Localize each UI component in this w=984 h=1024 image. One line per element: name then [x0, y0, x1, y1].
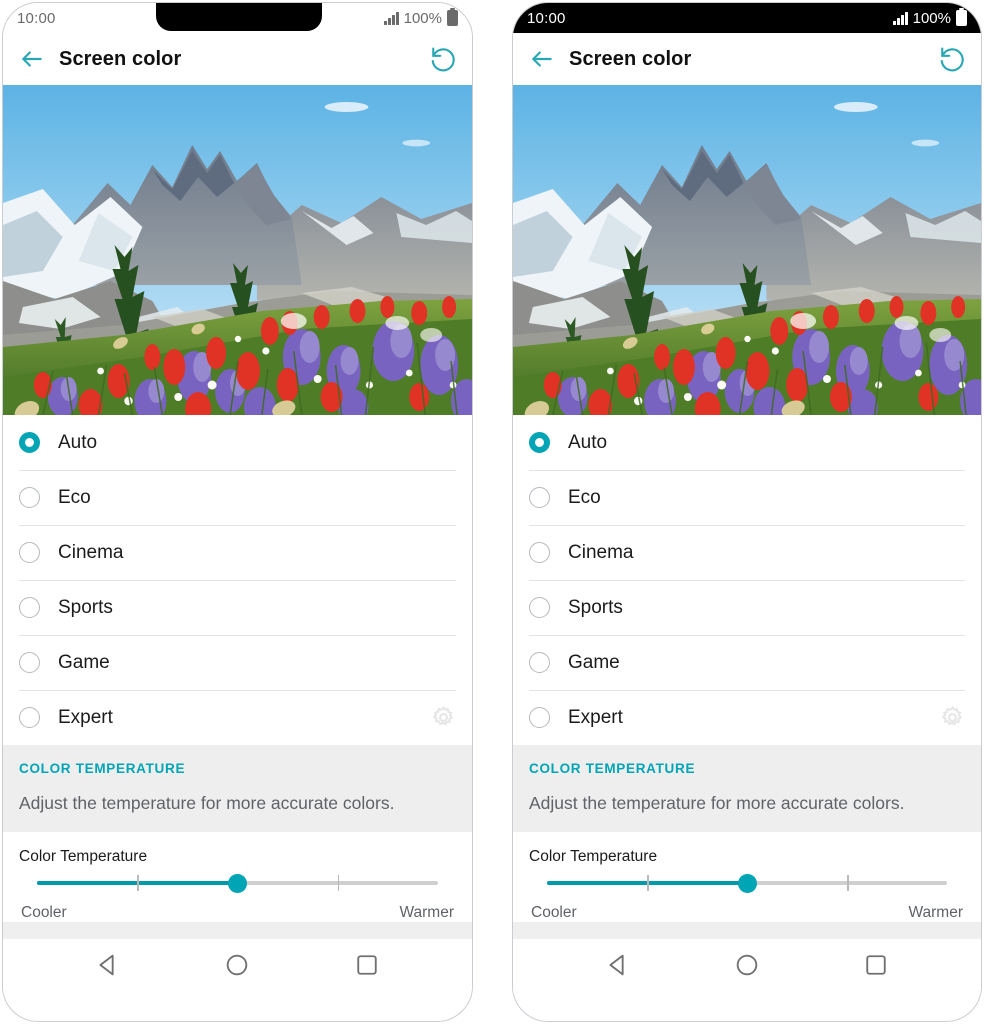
nav-back-triangle-icon[interactable]: [604, 951, 632, 984]
table-row[interactable]: Auto: [3, 415, 472, 470]
radio-button[interactable]: [19, 597, 40, 618]
radio-button[interactable]: [19, 652, 40, 673]
section-title: COLOR TEMPERATURE: [19, 761, 186, 776]
nav-home-circle-icon[interactable]: [223, 951, 251, 984]
screenshot-stage: 10:00 100% Screen color Auto Eco Cinema …: [0, 0, 984, 1024]
table-row[interactable]: Sports: [3, 580, 472, 635]
mode-label: Auto: [568, 431, 608, 453]
status-bar: 10:00 100%: [3, 3, 472, 33]
radio-button[interactable]: [529, 542, 550, 563]
status-bar-time: 10:00: [17, 9, 56, 27]
nav-recents-square-icon[interactable]: [353, 951, 381, 984]
battery-percent-label: 100%: [912, 9, 951, 27]
status-bar-time: 10:00: [527, 9, 566, 27]
table-row[interactable]: Expert: [513, 690, 981, 745]
radio-button-selected[interactable]: [529, 432, 550, 453]
slider-max-label: Warmer: [908, 904, 963, 921]
battery-full-icon: [956, 7, 967, 26]
back-arrow-icon[interactable]: [19, 46, 45, 72]
content-filler: [3, 922, 472, 939]
nav-recents-square-icon[interactable]: [862, 951, 890, 984]
slider-label: Color Temperature: [19, 848, 148, 865]
slider-end-labels: Cooler Warmer: [19, 900, 456, 922]
mode-label: Expert: [58, 706, 113, 728]
system-nav-bar: [3, 939, 472, 995]
table-row[interactable]: Eco: [3, 470, 472, 525]
slider-thumb[interactable]: [737, 874, 757, 893]
slider-block: Color Temperature Cooler Warmer: [513, 832, 981, 922]
slider-tick: [647, 875, 649, 891]
table-row[interactable]: Game: [3, 635, 472, 690]
signal-bars-icon: [384, 11, 399, 25]
gear-icon[interactable]: [940, 705, 965, 730]
radio-button[interactable]: [529, 597, 550, 618]
mode-label: Sports: [58, 596, 113, 618]
section-description: Adjust the temperature for more accurate…: [19, 793, 395, 813]
mode-label: Game: [568, 651, 620, 673]
color-temperature-slider[interactable]: [547, 866, 947, 900]
radio-button[interactable]: [19, 542, 40, 563]
battery-full-icon: [447, 7, 458, 26]
mode-label: Cinema: [58, 541, 124, 563]
radio-button[interactable]: [529, 652, 550, 673]
page-title: Screen color: [569, 47, 692, 70]
slider-block: Color Temperature Cooler Warmer: [3, 832, 472, 922]
table-row[interactable]: Expert: [3, 690, 472, 745]
app-bar: Screen color: [513, 33, 981, 85]
mode-label: Sports: [568, 596, 623, 618]
reset-restore-icon[interactable]: [428, 44, 458, 74]
nav-back-triangle-icon[interactable]: [94, 951, 122, 984]
status-bar: 10:00 100%: [513, 3, 981, 33]
mode-list: Auto Eco Cinema Sports Game Expert: [513, 415, 981, 745]
phone-right: 10:00 100% Screen color Auto Eco Cinema …: [512, 2, 982, 1022]
mode-list: Auto Eco Cinema Sports Game Expert: [3, 415, 472, 745]
slider-label: Color Temperature: [529, 848, 658, 865]
section-header: COLOR TEMPERATURE Adjust the temperature…: [3, 745, 472, 832]
mode-label: Game: [58, 651, 110, 673]
mode-label: Eco: [568, 486, 601, 508]
table-row[interactable]: Eco: [513, 470, 981, 525]
content-filler: [513, 922, 981, 939]
radio-button[interactable]: [19, 487, 40, 508]
table-row[interactable]: Game: [513, 635, 981, 690]
nav-home-circle-icon[interactable]: [733, 951, 761, 984]
radio-button[interactable]: [529, 707, 550, 728]
reset-restore-icon[interactable]: [937, 44, 967, 74]
wallpaper-preview: [3, 85, 472, 415]
radio-button-selected[interactable]: [19, 432, 40, 453]
battery-percent-label: 100%: [403, 9, 442, 27]
section-header: COLOR TEMPERATURE Adjust the temperature…: [513, 745, 981, 832]
slider-min-label: Cooler: [21, 904, 67, 921]
table-row[interactable]: Cinema: [513, 525, 981, 580]
color-temperature-slider[interactable]: [37, 866, 438, 900]
section-title: COLOR TEMPERATURE: [529, 761, 696, 776]
mode-label: Auto: [58, 431, 98, 453]
table-row[interactable]: Auto: [513, 415, 981, 470]
slider-tick: [337, 875, 340, 891]
page-title: Screen color: [59, 47, 182, 70]
slider-tick: [137, 875, 139, 891]
phone-left: 10:00 100% Screen color Auto Eco Cinema …: [2, 2, 473, 1022]
mode-label: Expert: [568, 706, 623, 728]
signal-bars-icon: [893, 11, 908, 25]
mode-label: Cinema: [568, 541, 634, 563]
wallpaper-preview: [513, 85, 981, 415]
slider-tick: [847, 875, 849, 891]
table-row[interactable]: Cinema: [3, 525, 472, 580]
mode-label: Eco: [58, 486, 91, 508]
system-nav-bar: [513, 939, 981, 995]
slider-max-label: Warmer: [399, 904, 454, 921]
back-arrow-icon[interactable]: [529, 46, 555, 72]
gear-icon[interactable]: [431, 705, 456, 730]
slider-thumb[interactable]: [228, 874, 247, 893]
radio-button[interactable]: [529, 487, 550, 508]
app-bar: Screen color: [3, 33, 472, 85]
display-notch: [156, 3, 322, 31]
slider-end-labels: Cooler Warmer: [529, 900, 965, 922]
radio-button[interactable]: [19, 707, 40, 728]
slider-min-label: Cooler: [531, 904, 577, 921]
table-row[interactable]: Sports: [513, 580, 981, 635]
section-description: Adjust the temperature for more accurate…: [529, 793, 905, 813]
